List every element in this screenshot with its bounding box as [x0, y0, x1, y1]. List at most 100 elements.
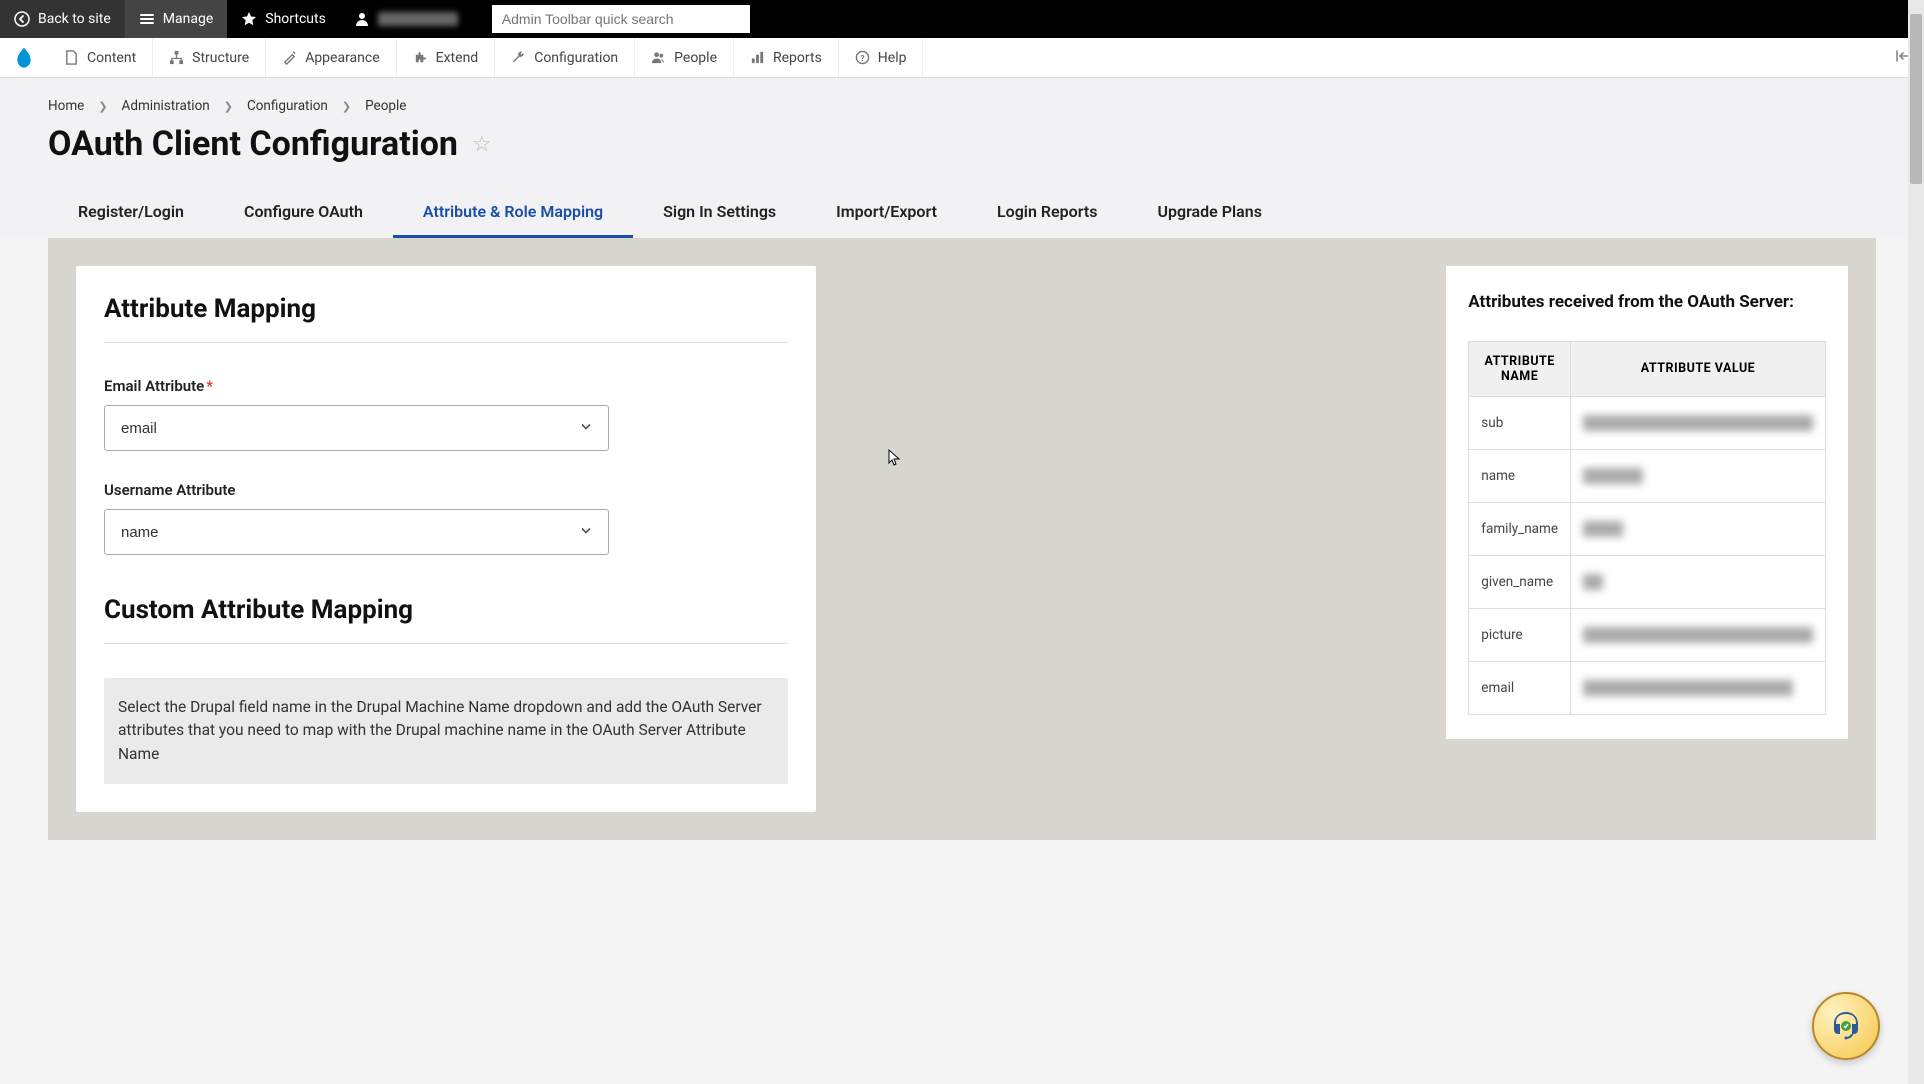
- config-tabs: Register/Login Configure OAuth Attribute…: [48, 188, 1876, 238]
- username-attribute-label: Username Attribute: [104, 481, 788, 499]
- user-menu-button[interactable]: [340, 0, 472, 38]
- nav-label: Content: [87, 50, 136, 66]
- breadcrumb-link[interactable]: People: [365, 98, 406, 114]
- nav-label: Reports: [773, 50, 822, 66]
- puzzle-icon: [413, 50, 428, 65]
- attribute-mapping-heading: Attribute Mapping: [104, 294, 788, 324]
- nav-configuration[interactable]: Configuration: [495, 38, 635, 77]
- manage-label: Manage: [163, 11, 213, 27]
- attributes-received-card: Attributes received from the OAuth Serve…: [1446, 266, 1848, 739]
- attr-name-cell: email: [1469, 661, 1571, 714]
- tab-upgrade-plans[interactable]: Upgrade Plans: [1127, 188, 1291, 238]
- username-attribute-group: Username Attribute name: [104, 481, 788, 555]
- table-row: family_name xxxxx: [1469, 502, 1826, 555]
- nav-label: Configuration: [534, 50, 618, 66]
- star-icon: [241, 11, 257, 27]
- attributes-table: ATTRIBUTE NAME ATTRIBUTE VALUE sub xxxxx…: [1468, 341, 1826, 715]
- breadcrumb-link[interactable]: Administration: [122, 98, 210, 114]
- chevron-right-icon: ❯: [224, 100, 233, 113]
- nav-label: Appearance: [305, 50, 379, 66]
- breadcrumb-link[interactable]: Configuration: [247, 98, 328, 114]
- custom-mapping-heading: Custom Attribute Mapping: [104, 595, 788, 625]
- shortcuts-label: Shortcuts: [265, 11, 326, 27]
- admin-search-wrapper: [492, 5, 750, 33]
- table-row: picture xxxxxxxxxxxxxxxxxxxxxxxxxxxx: [1469, 608, 1826, 661]
- main-content: Attribute Mapping Email Attribute* email…: [48, 238, 1876, 840]
- attr-value-cell: xxxxxxx: [1571, 449, 1826, 502]
- nav-reports[interactable]: Reports: [734, 38, 839, 77]
- username-attribute-select[interactable]: name: [104, 509, 609, 555]
- nav-appearance[interactable]: Appearance: [266, 38, 396, 77]
- tab-signin-settings[interactable]: Sign In Settings: [633, 188, 806, 238]
- nav-label: Help: [878, 50, 907, 66]
- nav-help[interactable]: ? Help: [839, 38, 924, 77]
- tab-configure-oauth[interactable]: Configure OAuth: [214, 188, 393, 238]
- secondary-toolbar: Content Structure Appearance Extend Conf…: [0, 38, 1924, 78]
- email-attribute-label: Email Attribute*: [104, 377, 788, 395]
- table-row: sub xxxxxxxxxxxxxxxxxxxxxxxxxxxx: [1469, 396, 1826, 449]
- hamburger-icon: [139, 11, 155, 27]
- tab-attribute-role-mapping[interactable]: Attribute & Role Mapping: [393, 188, 633, 238]
- breadcrumb-link[interactable]: Home: [48, 98, 84, 114]
- headset-icon: [1826, 1006, 1866, 1046]
- attr-name-header: ATTRIBUTE NAME: [1469, 341, 1571, 396]
- nav-people[interactable]: People: [635, 38, 734, 77]
- shortcuts-button[interactable]: Shortcuts: [227, 0, 340, 38]
- divider: [104, 643, 788, 644]
- custom-mapping-info: Select the Drupal field name in the Drup…: [104, 678, 788, 784]
- nav-structure[interactable]: Structure: [153, 38, 266, 77]
- support-chat-button[interactable]: [1812, 992, 1880, 1060]
- scrollbar-track[interactable]: [1908, 0, 1924, 1084]
- attr-value-cell: xx: [1571, 555, 1826, 608]
- svg-text:?: ?: [860, 54, 864, 64]
- hierarchy-icon: [169, 50, 184, 65]
- attr-name-cell: family_name: [1469, 502, 1571, 555]
- attributes-received-heading: Attributes received from the OAuth Serve…: [1468, 290, 1826, 315]
- required-marker: *: [206, 377, 213, 395]
- attr-value-cell: xxxxxxxxxxxxxxxxxxxxxxxxx: [1571, 661, 1826, 714]
- tab-login-reports[interactable]: Login Reports: [967, 188, 1127, 238]
- attr-value-header: ATTRIBUTE VALUE: [1571, 341, 1826, 396]
- email-attribute-group: Email Attribute* email: [104, 377, 788, 451]
- nav-label: Extend: [436, 50, 479, 66]
- chevron-right-icon: ❯: [342, 100, 351, 113]
- attr-name-cell: picture: [1469, 608, 1571, 661]
- username-redacted: [378, 12, 458, 26]
- email-attribute-select[interactable]: email: [104, 405, 609, 451]
- attr-name-cell: given_name: [1469, 555, 1571, 608]
- admin-top-toolbar: Back to site Manage Shortcuts: [0, 0, 1924, 38]
- nav-extend[interactable]: Extend: [397, 38, 496, 77]
- table-row: name xxxxxxx: [1469, 449, 1826, 502]
- back-to-site-button[interactable]: Back to site: [0, 0, 125, 38]
- drupal-logo-icon[interactable]: [14, 46, 34, 70]
- favorite-star-icon[interactable]: ☆: [472, 132, 492, 157]
- chart-icon: [750, 50, 765, 65]
- attr-name-cell: name: [1469, 449, 1571, 502]
- table-row: email xxxxxxxxxxxxxxxxxxxxxxxxx: [1469, 661, 1826, 714]
- document-icon: [64, 50, 79, 65]
- attr-value-cell: xxxxx: [1571, 502, 1826, 555]
- admin-search-input[interactable]: [492, 5, 750, 33]
- chevron-right-icon: ❯: [98, 100, 107, 113]
- back-arrow-icon: [14, 11, 30, 27]
- attr-value-cell: xxxxxxxxxxxxxxxxxxxxxxxxxxxx: [1571, 608, 1826, 661]
- people-icon: [651, 50, 666, 65]
- scrollbar-thumb[interactable]: [1910, 14, 1922, 184]
- user-icon: [354, 11, 370, 27]
- attr-name-cell: sub: [1469, 396, 1571, 449]
- nav-label: People: [674, 50, 717, 66]
- divider: [104, 342, 788, 343]
- wrench-icon: [511, 50, 526, 65]
- nav-label: Structure: [192, 50, 249, 66]
- tab-import-export[interactable]: Import/Export: [806, 188, 967, 238]
- attr-value-cell: xxxxxxxxxxxxxxxxxxxxxxxxxxxx: [1571, 396, 1826, 449]
- wand-icon: [282, 50, 297, 65]
- page-title: OAuth Client Configuration: [48, 124, 458, 164]
- page-header: Home ❯ Administration ❯ Configuration ❯ …: [0, 78, 1924, 238]
- help-icon: ?: [855, 50, 870, 65]
- back-to-site-label: Back to site: [38, 11, 111, 27]
- nav-content[interactable]: Content: [48, 38, 153, 77]
- tab-register-login[interactable]: Register/Login: [48, 188, 214, 238]
- manage-button[interactable]: Manage: [125, 0, 227, 38]
- breadcrumb: Home ❯ Administration ❯ Configuration ❯ …: [48, 98, 1876, 114]
